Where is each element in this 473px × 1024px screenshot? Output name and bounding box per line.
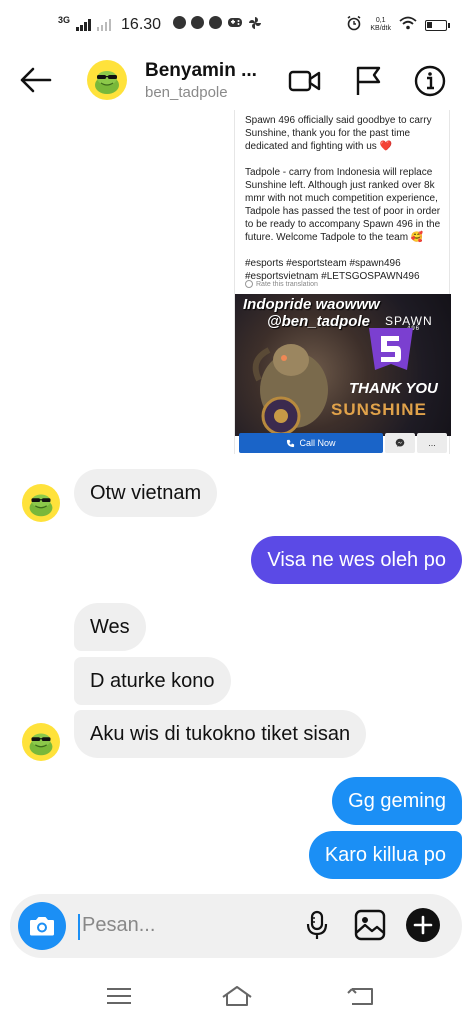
call-now-label: Call Now bbox=[299, 438, 336, 448]
notification-icon bbox=[191, 16, 205, 29]
message-composer: Pesan... bbox=[10, 894, 462, 958]
image-caption: Indopride waowww bbox=[243, 296, 380, 313]
network-type: 3G bbox=[58, 15, 71, 25]
home-icon[interactable] bbox=[221, 984, 252, 1008]
network-speed: 0,1 KB/dtk bbox=[370, 17, 391, 33]
status-bar: 3G 16.30 0,1 KB/dtk bbox=[0, 0, 473, 52]
pinwheel-icon bbox=[248, 16, 262, 34]
back-arrow-icon[interactable] bbox=[18, 64, 54, 96]
microphone-icon[interactable] bbox=[300, 908, 334, 942]
post-caption: Spawn 496 officially said goodbye to car… bbox=[245, 115, 441, 282]
flag-icon[interactable] bbox=[352, 64, 386, 98]
message-outgoing[interactable]: Karo killua po bbox=[308, 831, 462, 879]
avatar[interactable] bbox=[87, 60, 127, 100]
gallery-icon[interactable] bbox=[353, 908, 387, 942]
video-call-icon[interactable] bbox=[288, 64, 322, 98]
message-input[interactable]: Pesan... bbox=[82, 914, 155, 937]
game-controller-icon bbox=[227, 16, 243, 34]
image-tag: @ben_tadpole bbox=[267, 313, 370, 330]
plus-icon[interactable] bbox=[406, 908, 440, 942]
rate-translation-label: Rate this translation bbox=[256, 280, 318, 288]
signal-secondary-icon bbox=[96, 19, 112, 31]
messenger-button[interactable] bbox=[385, 433, 415, 453]
system-nav-bar bbox=[0, 968, 473, 1024]
camera-icon[interactable] bbox=[18, 902, 66, 950]
menu-icon[interactable] bbox=[104, 984, 134, 1008]
text-cursor bbox=[78, 914, 80, 940]
info-icon[interactable] bbox=[413, 64, 447, 98]
post-action-bar: Call Now ... bbox=[239, 433, 447, 453]
messenger-icon bbox=[395, 438, 405, 447]
message-outgoing[interactable]: Gg geming bbox=[332, 777, 462, 825]
wifi-icon bbox=[399, 16, 417, 34]
avatar[interactable] bbox=[22, 723, 60, 761]
chat-header: Benyamin ... ben_tadpole bbox=[0, 52, 473, 110]
clock: 16.30 bbox=[121, 16, 162, 33]
contact-username[interactable]: ben_tadpole bbox=[145, 84, 228, 101]
alarm-icon bbox=[346, 15, 362, 35]
notification-icon bbox=[173, 16, 187, 29]
image-name: SUNSHINE bbox=[331, 400, 427, 419]
image-thanks: THANK YOU bbox=[349, 380, 438, 397]
signal-icon bbox=[76, 19, 91, 31]
message-incoming[interactable]: D aturke kono bbox=[74, 657, 231, 705]
speed-unit: KB/dtk bbox=[370, 25, 391, 32]
post-image[interactable]: Indopride waowww @ben_tadpole SPAWN 496 … bbox=[235, 294, 451, 436]
spawn-logo-icon bbox=[369, 328, 413, 370]
more-button[interactable]: ... bbox=[417, 433, 447, 453]
message-outgoing[interactable]: Visa ne wes oleh po bbox=[251, 536, 462, 584]
phone-icon bbox=[287, 439, 295, 447]
gear-icon bbox=[245, 280, 253, 288]
call-now-button[interactable]: Call Now bbox=[239, 433, 383, 453]
message-incoming[interactable]: Aku wis di tukokno tiket sisan bbox=[74, 710, 367, 758]
contact-name[interactable]: Benyamin ... bbox=[145, 60, 257, 82]
message-incoming[interactable]: Wes bbox=[74, 603, 146, 651]
battery-icon bbox=[425, 19, 450, 31]
speed-value: 0,1 bbox=[375, 17, 386, 24]
shared-post[interactable]: Spawn 496 officially said goodbye to car… bbox=[234, 110, 451, 454]
avatar[interactable] bbox=[22, 484, 60, 522]
back-nav-icon[interactable] bbox=[346, 984, 376, 1008]
notification-icon bbox=[209, 16, 223, 29]
message-incoming[interactable]: Otw vietnam bbox=[74, 469, 218, 517]
rate-translation[interactable]: Rate this translation bbox=[245, 280, 318, 288]
